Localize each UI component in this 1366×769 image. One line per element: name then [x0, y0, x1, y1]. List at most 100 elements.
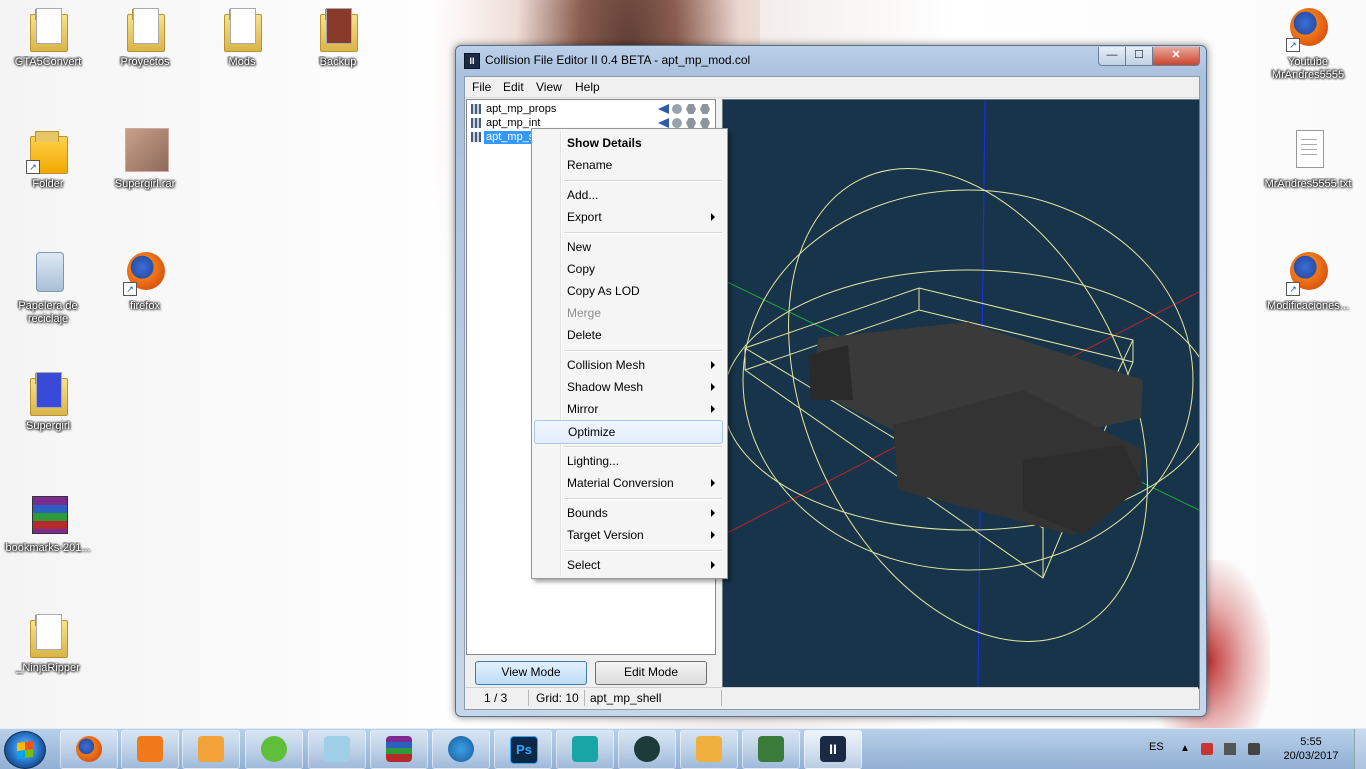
ctx-copy[interactable]: Copy: [534, 258, 723, 280]
desktop-icon-folder[interactable]: ↗ Folder: [0, 126, 96, 191]
taskbar-3dsmax[interactable]: [556, 730, 614, 769]
download-manager-icon: [448, 736, 474, 762]
photoshop-icon: Ps: [510, 736, 538, 764]
taskbar-photoshop[interactable]: Ps: [494, 730, 552, 769]
taskbar-firefox[interactable]: [60, 730, 118, 769]
desktop-icon-supergirl[interactable]: Supergirl: [0, 368, 96, 433]
taskbar-app-v[interactable]: [680, 730, 738, 769]
folder-icon: [24, 4, 72, 52]
edit-mode-button[interactable]: Edit Mode: [595, 661, 707, 685]
tray-expand-icon[interactable]: ▲: [1180, 743, 1192, 755]
network-icon[interactable]: [1224, 743, 1236, 755]
taskbar-openiv[interactable]: [618, 730, 676, 769]
window-titlebar[interactable]: II Collision File Editor II 0.4 BETA - a…: [456, 46, 1206, 74]
ctx-material-conversion[interactable]: Material Conversion: [534, 472, 723, 494]
3d-viewport[interactable]: [722, 99, 1200, 689]
folder-icon: [218, 4, 266, 52]
maximize-button[interactable]: ☐: [1125, 47, 1153, 66]
folder-icon: [24, 610, 72, 658]
openiv-icon: [634, 736, 660, 762]
submenu-arrow-icon: [711, 561, 715, 569]
mesh-icon: [700, 118, 710, 128]
3ds-max-icon: [572, 736, 598, 762]
taskbar-computer[interactable]: [742, 730, 800, 769]
ctx-export[interactable]: Export: [534, 206, 723, 228]
ctx-rename[interactable]: Rename: [534, 154, 723, 176]
show-desktop-button[interactable]: [1354, 729, 1366, 769]
sphere-icon: [672, 104, 682, 114]
desktop-icon-backup[interactable]: Backup: [290, 4, 386, 69]
cone-icon: [658, 104, 669, 114]
desktop-icon-supergirl-rar[interactable]: Supergirl.rar: [97, 126, 193, 191]
desktop-icon-youtube[interactable]: ↗ Youtube MrAndres5555: [1260, 4, 1356, 82]
menu-help[interactable]: Help: [575, 80, 600, 94]
submenu-arrow-icon: [711, 383, 715, 391]
ctx-collision-mesh[interactable]: Collision Mesh: [534, 354, 723, 376]
model-icon: [471, 118, 481, 128]
taskbar-winrar[interactable]: [370, 730, 428, 769]
start-button[interactable]: [4, 731, 46, 769]
taskbar-clover[interactable]: [245, 730, 303, 769]
ctx-delete[interactable]: Delete: [534, 324, 723, 346]
desktop-icon-gta5convert[interactable]: GTA5Convert: [0, 4, 96, 69]
ctx-show-details[interactable]: Show Details: [534, 132, 723, 154]
desktop-icon-bookmarks[interactable]: bookmarks-201...: [0, 490, 96, 555]
ctx-new[interactable]: New: [534, 236, 723, 258]
ctx-select[interactable]: Select: [534, 554, 723, 576]
box-icon: [686, 118, 696, 128]
menubar: File Edit View Help: [465, 77, 1199, 98]
desktop-icon-mods[interactable]: Mods: [194, 4, 290, 69]
ctx-shadow-mesh[interactable]: Shadow Mesh: [534, 376, 723, 398]
desktop-icon-firefox[interactable]: ↗ firefox: [97, 248, 193, 313]
app-icon: II: [464, 53, 480, 69]
menu-edit[interactable]: Edit: [503, 80, 524, 94]
ctx-copy-as-lod[interactable]: Copy As LOD: [534, 280, 723, 302]
ctx-target-version[interactable]: Target Version: [534, 524, 723, 546]
mesh-icon: [700, 104, 710, 114]
v-app-icon: [696, 736, 722, 762]
notepad-icon: [324, 736, 350, 762]
close-button[interactable]: ✕: [1152, 47, 1200, 66]
ctx-optimize[interactable]: Optimize: [534, 420, 723, 444]
ctx-add[interactable]: Add...: [534, 184, 723, 206]
desktop-icon-modificaciones[interactable]: ↗ Modificaciones...: [1260, 248, 1356, 313]
desktop-icon-ninjaripper[interactable]: _NinjaRipper: [0, 610, 96, 675]
ctx-bounds[interactable]: Bounds: [534, 502, 723, 524]
clock[interactable]: 5:55 20/03/2017: [1278, 735, 1344, 763]
sphere-icon: [672, 118, 682, 128]
media-player-icon: [198, 736, 224, 762]
submenu-arrow-icon: [711, 361, 715, 369]
status-grid: Grid: 10: [536, 691, 579, 705]
archive-icon: [121, 126, 169, 174]
taskbar-collision-editor[interactable]: II: [804, 730, 862, 769]
folder-icon: [314, 4, 362, 52]
collision-wireframe: [723, 100, 1199, 688]
menu-view[interactable]: View: [536, 80, 562, 94]
desktop-icon-mrandres-txt[interactable]: MrAndres5555.txt: [1260, 126, 1356, 191]
desktop-icon-proyectos[interactable]: Proyectos: [97, 4, 193, 69]
language-indicator[interactable]: ES: [1149, 741, 1164, 753]
view-mode-button[interactable]: View Mode: [475, 661, 587, 685]
ctx-lighting[interactable]: Lighting...: [534, 450, 723, 472]
taskbar-media-player[interactable]: [182, 730, 240, 769]
firefox-icon: ↗: [1284, 248, 1332, 296]
context-menu[interactable]: Show Details Rename Add... Export New Co…: [531, 128, 728, 579]
uc-browser-icon: [137, 736, 163, 762]
tree-item-apt-mp-props[interactable]: apt_mp_props: [470, 103, 712, 116]
action-center-icon[interactable]: [1201, 743, 1213, 755]
taskbar-uc-browser[interactable]: [121, 730, 179, 769]
menu-file[interactable]: File: [472, 80, 491, 94]
taskbar-notepad[interactable]: [308, 730, 366, 769]
submenu-arrow-icon: [711, 479, 715, 487]
taskbar-idm[interactable]: [432, 730, 490, 769]
desktop-icon-recycle-bin[interactable]: Papelera de reciclaje: [0, 248, 96, 326]
submenu-arrow-icon: [711, 509, 715, 517]
ctx-merge: Merge: [567, 306, 602, 320]
volume-icon[interactable]: [1248, 743, 1260, 755]
cone-icon: [658, 118, 669, 128]
app-icon: II: [820, 736, 846, 762]
ctx-mirror[interactable]: Mirror: [534, 398, 723, 420]
firefox-icon: ↗: [121, 248, 169, 296]
firefox-icon: ↗: [1284, 4, 1332, 52]
minimize-button[interactable]: —: [1098, 47, 1126, 66]
